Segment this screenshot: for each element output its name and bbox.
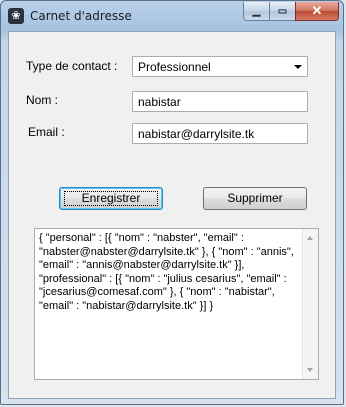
vertical-scrollbar[interactable] (302, 229, 318, 379)
caption-buttons: ▁ ▭ ✕ (243, 2, 339, 22)
contact-type-label: Type de contact : (26, 59, 118, 73)
paw-icon[interactable]: ❀ (8, 8, 24, 24)
scroll-up-icon[interactable] (307, 236, 313, 240)
chevron-down-icon (294, 65, 302, 69)
minimize-icon: ▁ (252, 5, 261, 17)
output-text: { "personal" : [{ "nom" : "nabster", "em… (39, 232, 294, 312)
close-button[interactable]: ✕ (295, 2, 339, 21)
save-button[interactable]: Enregistrer (59, 187, 163, 210)
name-field[interactable]: nabistar (132, 91, 308, 112)
delete-button[interactable]: Supprimer (203, 187, 307, 210)
email-label: Email : (28, 125, 65, 139)
save-button-label: Enregistrer (81, 191, 141, 205)
maximize-icon: ▭ (277, 5, 288, 17)
email-field[interactable]: nabistar@darrylsite.tk (132, 123, 308, 144)
window-title: Carnet d'adresse (30, 9, 132, 23)
client-area: Type de contact : Professionnel Nom : na… (8, 31, 336, 399)
title-bar[interactable]: ❀ Carnet d'adresse ▁ ▭ ✕ (1, 1, 343, 31)
scroll-down-icon[interactable] (307, 368, 313, 372)
output-textarea[interactable]: { "personal" : [{ "nom" : "nabster", "em… (34, 228, 319, 380)
app-window: ❀ Carnet d'adresse ▁ ▭ ✕ Type de contact… (0, 0, 344, 405)
minimize-button[interactable]: ▁ (243, 2, 269, 21)
close-icon: ✕ (311, 3, 323, 18)
name-label: Nom : (26, 93, 59, 107)
contact-type-select[interactable]: Professionnel (132, 56, 308, 77)
maximize-button[interactable]: ▭ (269, 2, 295, 21)
delete-button-label: Supprimer (227, 191, 283, 205)
contact-type-value: Professionnel (138, 60, 211, 74)
